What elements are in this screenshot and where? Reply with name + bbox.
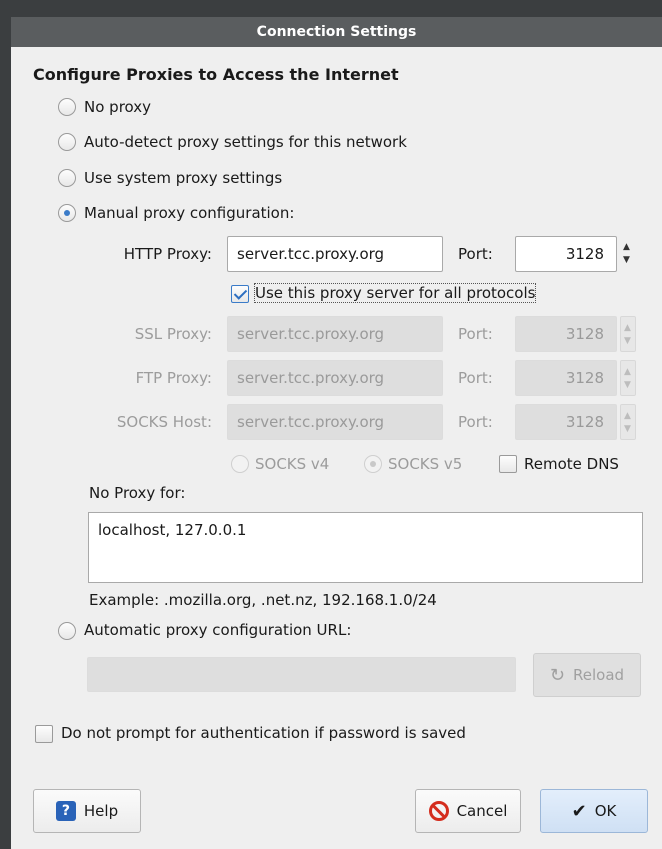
auth-prompt-label[interactable]: Do not prompt for authentication if pass… (61, 724, 466, 742)
no-proxy-example: Example: .mozilla.org, .net.nz, 192.168.… (89, 591, 437, 609)
ok-button[interactable]: ✔ OK (540, 789, 648, 833)
reload-button[interactable]: ↻ Reload (533, 653, 641, 697)
ssl-proxy-input[interactable]: server.tcc.proxy.org (227, 316, 443, 352)
ssl-port-input[interactable]: 3128 (515, 316, 617, 352)
spin-up-icon[interactable]: ▲ (623, 243, 630, 252)
ftp-proxy-label: FTP Proxy: (135, 369, 212, 387)
socks-port-label: Port: (458, 413, 493, 431)
socks-v5-label: SOCKS v5 (388, 455, 463, 473)
window-titlebar[interactable]: Connection Settings (11, 17, 662, 47)
spin-down-icon[interactable]: ▼ (624, 425, 631, 434)
auto-url-input[interactable] (87, 657, 516, 692)
socks-host-input[interactable]: server.tcc.proxy.org (227, 404, 443, 440)
auto-url-label[interactable]: Automatic proxy configuration URL: (84, 621, 351, 639)
spin-up-icon[interactable]: ▲ (624, 324, 631, 333)
ftp-port-label: Port: (458, 369, 493, 387)
spin-down-icon[interactable]: ▼ (624, 337, 631, 346)
auto-url-radio[interactable] (58, 622, 76, 640)
ssl-proxy-label: SSL Proxy: (134, 325, 212, 343)
help-label: Help (83, 802, 119, 820)
manual-proxy-label[interactable]: Manual proxy configuration: (84, 204, 294, 222)
cancel-label: Cancel (456, 802, 508, 820)
auto-detect-label[interactable]: Auto-detect proxy settings for this netw… (84, 133, 407, 151)
socks-port-spinner[interactable]: ▲ ▼ (620, 404, 636, 440)
help-button[interactable]: ? Help (33, 789, 141, 833)
http-proxy-input[interactable]: server.tcc.proxy.org (227, 236, 443, 272)
socks-port-input[interactable]: 3128 (515, 404, 617, 440)
http-port-input[interactable]: 3128 (515, 236, 617, 272)
ftp-proxy-input[interactable]: server.tcc.proxy.org (227, 360, 443, 396)
spin-up-icon[interactable]: ▲ (624, 368, 631, 377)
auth-prompt-checkbox[interactable] (35, 725, 53, 743)
http-proxy-label: HTTP Proxy: (123, 245, 212, 263)
window-title: Connection Settings (256, 24, 417, 40)
manual-proxy-radio[interactable] (58, 204, 76, 222)
no-proxy-for-textarea[interactable]: localhost, 127.0.0.1 (88, 512, 643, 583)
all-protocols-checkbox[interactable] (231, 285, 249, 303)
system-proxy-radio[interactable] (58, 169, 76, 187)
reload-label: Reload (573, 666, 625, 684)
spin-down-icon[interactable]: ▼ (624, 381, 631, 390)
connection-settings-dialog: Connection Settings Configure Proxies to… (11, 17, 662, 849)
cancel-icon (428, 801, 449, 821)
auto-detect-radio[interactable] (58, 133, 76, 151)
all-protocols-label[interactable]: Use this proxy server for all protocols (253, 283, 537, 303)
help-icon: ? (55, 801, 76, 821)
checkmark-icon: ✔ (571, 800, 587, 822)
socks-v4-radio[interactable] (231, 455, 249, 473)
socks-host-label: SOCKS Host: (116, 413, 212, 431)
cancel-button[interactable]: Cancel (415, 789, 521, 833)
ftp-port-input[interactable]: 3128 (515, 360, 617, 396)
spin-up-icon[interactable]: ▲ (624, 412, 631, 421)
socks-v4-label: SOCKS v4 (255, 455, 330, 473)
no-proxy-for-label: No Proxy for: (89, 484, 186, 502)
ssl-port-label: Port: (458, 325, 493, 343)
reload-icon: ↻ (549, 664, 566, 686)
remote-dns-checkbox[interactable] (499, 455, 517, 473)
section-heading: Configure Proxies to Access the Internet (33, 65, 399, 84)
remote-dns-label[interactable]: Remote DNS (524, 455, 619, 473)
http-port-spinner[interactable]: ▲ ▼ (620, 236, 636, 272)
no-proxy-radio[interactable] (58, 98, 76, 116)
http-port-label: Port: (458, 245, 493, 263)
ssl-port-spinner[interactable]: ▲ ▼ (620, 316, 636, 352)
socks-v5-radio[interactable] (364, 455, 382, 473)
no-proxy-label[interactable]: No proxy (84, 98, 151, 116)
system-proxy-label[interactable]: Use system proxy settings (84, 169, 282, 187)
ftp-port-spinner[interactable]: ▲ ▼ (620, 360, 636, 396)
ok-label: OK (594, 802, 617, 820)
spin-down-icon[interactable]: ▼ (623, 256, 630, 265)
